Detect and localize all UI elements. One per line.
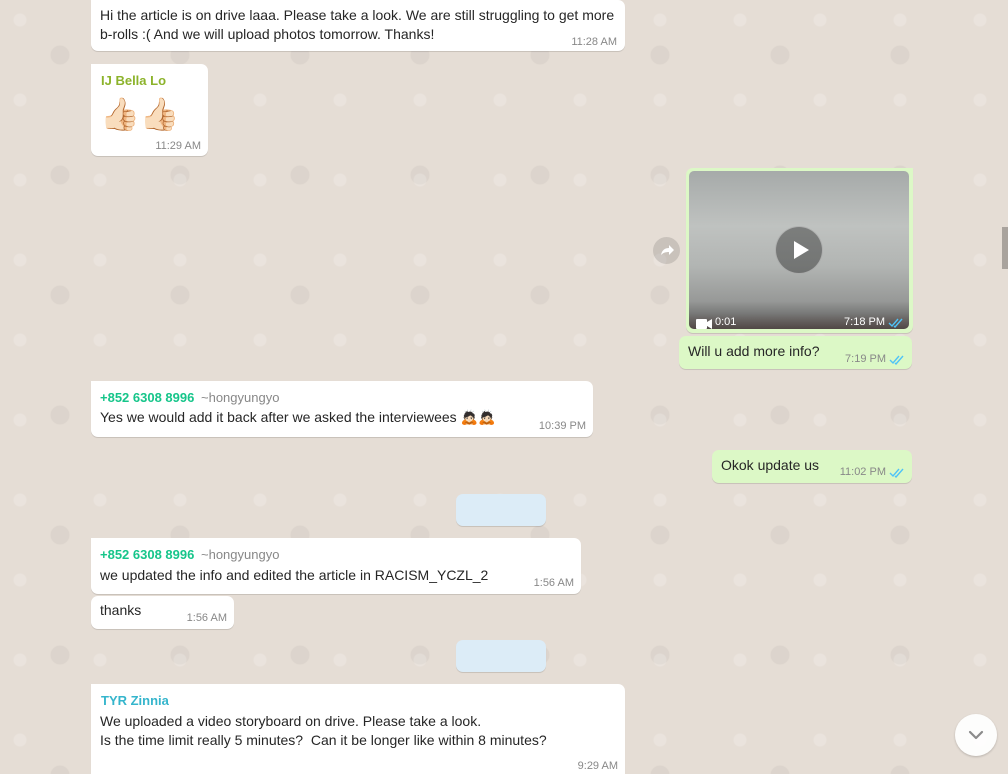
message-bubble[interactable]: TYR Zinnia We uploaded a video storyboar… xyxy=(91,684,625,774)
message-time: 11:29 AM xyxy=(155,140,201,152)
sender-pushname: ~hongyungyo xyxy=(201,390,280,405)
sender-name[interactable]: +852 6308 8996 xyxy=(100,390,194,405)
message-time: 11:28 AM xyxy=(571,36,617,48)
read-ticks-icon xyxy=(888,318,903,328)
read-ticks-icon xyxy=(889,355,904,365)
message-time: 10:39 PM xyxy=(538,420,586,432)
emoji-thumbs-up: 👍🏻👍🏻 xyxy=(100,96,180,132)
play-icon[interactable] xyxy=(775,226,823,274)
message-text: Will u add more info? xyxy=(688,343,820,359)
message-time: 7:18 PM xyxy=(844,316,885,328)
date-divider xyxy=(456,640,546,672)
message-time: 9:29 AM xyxy=(577,760,618,772)
message-text: Okok update us xyxy=(721,457,820,473)
message-text: We uploaded a video storyboard on drive.… xyxy=(100,713,547,748)
message-time: 1:56 AM xyxy=(533,577,574,589)
message-bubble[interactable]: Okok update us 11:02 PM xyxy=(712,450,912,483)
video-message-bubble[interactable]: 0:01 7:18 PM xyxy=(686,168,913,333)
message-bubble[interactable]: Will u add more info? 7:19 PM xyxy=(679,336,912,369)
video-duration: 0:01 xyxy=(715,316,737,328)
message-time: 11:02 PM xyxy=(839,466,886,478)
message-text: Hi the article is on drive laaa. Please … xyxy=(100,7,615,42)
message-text: Yes we would add it back after we asked … xyxy=(100,409,496,425)
scroll-down-button[interactable] xyxy=(955,714,997,756)
message-text: thanks xyxy=(100,602,142,618)
sender-pushname: ~hongyungyo xyxy=(201,547,280,562)
message-time: 7:19 PM xyxy=(845,353,886,365)
message-bubble[interactable]: thanks 1:56 AM xyxy=(91,596,234,629)
sender-name[interactable]: TYR Zinnia xyxy=(101,693,169,708)
read-ticks-icon xyxy=(889,468,904,478)
chevron-down-icon xyxy=(968,730,984,740)
sender-name[interactable]: IJ Bella Lo xyxy=(101,73,166,88)
video-camera-icon xyxy=(696,316,712,329)
message-bubble[interactable]: Hi the article is on drive laaa. Please … xyxy=(91,0,625,51)
message-bubble[interactable]: +852 6308 8996 ~hongyungyo we updated th… xyxy=(91,538,581,594)
scrollbar-thumb[interactable] xyxy=(1002,227,1008,269)
message-bubble[interactable]: +852 6308 8996 ~hongyungyo Yes we would … xyxy=(91,381,593,437)
sender-name[interactable]: +852 6308 8996 xyxy=(100,547,194,562)
message-time: 1:56 AM xyxy=(186,612,227,624)
video-thumbnail[interactable]: 0:01 7:18 PM xyxy=(689,171,909,329)
date-divider xyxy=(456,494,546,526)
message-bubble[interactable]: IJ Bella Lo 👍🏻👍🏻 11:29 AM xyxy=(91,64,208,156)
forward-icon[interactable] xyxy=(653,237,680,264)
message-text: we updated the info and edited the artic… xyxy=(100,567,489,583)
